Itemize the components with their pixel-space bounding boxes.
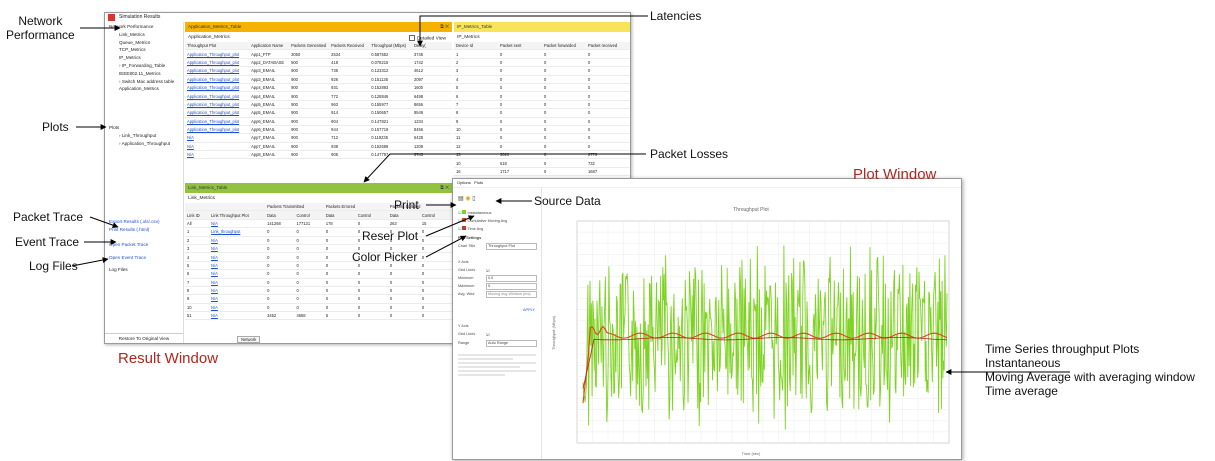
callout-log-files: Log Files [29, 259, 78, 273]
callout-print: Print [394, 198, 419, 212]
arrow-packet-losses [363, 153, 646, 183]
arrow-packet-trace [89, 216, 119, 229]
time-series-line-2: Instantaneous [985, 356, 1061, 370]
callout-packet-trace: Packet Trace [13, 210, 84, 224]
time-series-line-3: Moving Average with averaging window [985, 370, 1195, 384]
callout-time-series: Time Series throughput Plots Instantaneo… [985, 342, 1195, 398]
arrow-color-picker [425, 235, 467, 258]
callout-event-trace: Event Trace [15, 235, 80, 249]
result-window-caption: Result Window [118, 350, 219, 367]
callout-latencies: Latencies [650, 9, 702, 23]
plot-window-caption: Plot Window [853, 166, 937, 183]
callout-plots: Plots [42, 120, 69, 134]
time-series-line-1: Time Series throughput Plots [985, 342, 1140, 356]
callout-color-picker: Color Picker [352, 250, 418, 264]
arrow-latencies [417, 15, 648, 47]
callout-packet-losses: Packet Losses [650, 147, 729, 161]
time-series-line-4: Time average [985, 384, 1058, 398]
callout-reset-plot: Reser Plot [362, 229, 419, 243]
callout-network-performance: Network Performance [6, 14, 75, 42]
callout-source-data: Source Data [534, 194, 601, 208]
arrow-reset-plot [425, 215, 475, 237]
